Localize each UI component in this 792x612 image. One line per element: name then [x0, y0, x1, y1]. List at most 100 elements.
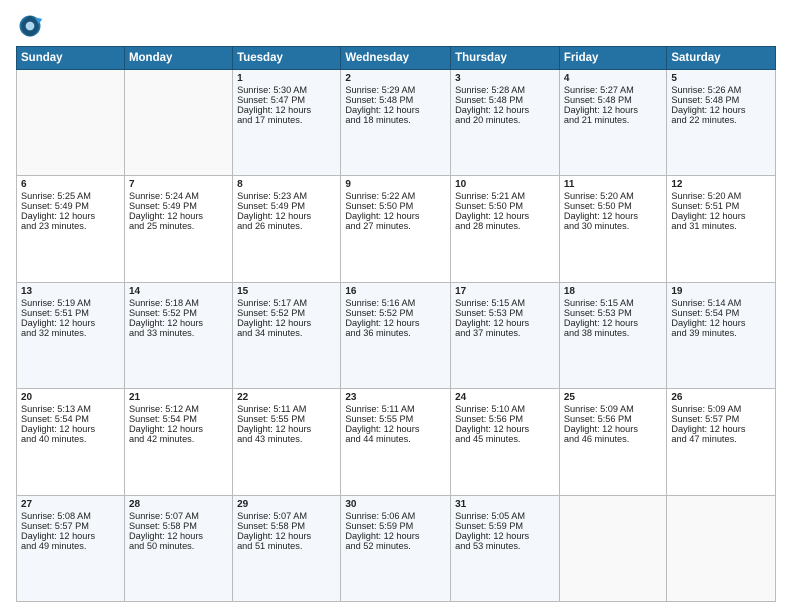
day-info: Daylight: 12 hours [345, 211, 446, 221]
day-header-monday: Monday [124, 47, 232, 70]
day-info: Sunset: 5:59 PM [345, 521, 446, 531]
day-info: Sunset: 5:57 PM [21, 521, 120, 531]
day-info: Sunset: 5:56 PM [564, 414, 662, 424]
day-number: 6 [21, 179, 120, 190]
week-row-4: 20Sunrise: 5:13 AMSunset: 5:54 PMDayligh… [17, 389, 776, 495]
day-number: 24 [455, 392, 555, 403]
calendar-cell: 16Sunrise: 5:16 AMSunset: 5:52 PMDayligh… [341, 282, 451, 388]
day-number: 17 [455, 286, 555, 297]
day-info: Daylight: 12 hours [21, 211, 120, 221]
day-info: Sunset: 5:59 PM [455, 521, 555, 531]
day-number: 7 [129, 179, 228, 190]
day-number: 30 [345, 499, 446, 510]
calendar-cell: 29Sunrise: 5:07 AMSunset: 5:58 PMDayligh… [233, 495, 341, 601]
day-info: Daylight: 12 hours [671, 105, 771, 115]
day-info: Daylight: 12 hours [671, 211, 771, 221]
header [16, 12, 776, 40]
day-info: Sunrise: 5:20 AM [671, 191, 771, 201]
day-info: and 27 minutes. [345, 221, 446, 231]
day-info: Daylight: 12 hours [21, 318, 120, 328]
day-info: and 52 minutes. [345, 541, 446, 551]
day-info: and 21 minutes. [564, 115, 662, 125]
day-number: 16 [345, 286, 446, 297]
day-header-wednesday: Wednesday [341, 47, 451, 70]
day-header-tuesday: Tuesday [233, 47, 341, 70]
day-info: Sunset: 5:54 PM [671, 308, 771, 318]
day-info: Sunset: 5:52 PM [129, 308, 228, 318]
day-info: Sunrise: 5:30 AM [237, 85, 336, 95]
day-number: 12 [671, 179, 771, 190]
day-info: Daylight: 12 hours [564, 424, 662, 434]
day-info: Sunrise: 5:18 AM [129, 298, 228, 308]
day-info: Sunrise: 5:11 AM [345, 404, 446, 414]
day-info: Sunset: 5:51 PM [21, 308, 120, 318]
day-info: Sunrise: 5:15 AM [455, 298, 555, 308]
days-header-row: SundayMondayTuesdayWednesdayThursdayFrid… [17, 47, 776, 70]
day-info: Daylight: 12 hours [237, 424, 336, 434]
calendar-cell: 12Sunrise: 5:20 AMSunset: 5:51 PMDayligh… [667, 176, 776, 282]
day-info: and 49 minutes. [21, 541, 120, 551]
day-number: 15 [237, 286, 336, 297]
day-info: Sunset: 5:55 PM [237, 414, 336, 424]
day-info: Sunset: 5:52 PM [237, 308, 336, 318]
day-info: Sunset: 5:49 PM [237, 201, 336, 211]
day-info: Sunrise: 5:14 AM [671, 298, 771, 308]
calendar-cell: 2Sunrise: 5:29 AMSunset: 5:48 PMDaylight… [341, 70, 451, 176]
day-info: Daylight: 12 hours [237, 531, 336, 541]
calendar-cell: 11Sunrise: 5:20 AMSunset: 5:50 PMDayligh… [559, 176, 666, 282]
day-number: 5 [671, 73, 771, 84]
calendar-cell: 15Sunrise: 5:17 AMSunset: 5:52 PMDayligh… [233, 282, 341, 388]
day-info: and 46 minutes. [564, 434, 662, 444]
day-info: Sunrise: 5:22 AM [345, 191, 446, 201]
day-info: Sunrise: 5:24 AM [129, 191, 228, 201]
day-info: and 30 minutes. [564, 221, 662, 231]
day-info: Sunset: 5:58 PM [129, 521, 228, 531]
calendar-cell: 13Sunrise: 5:19 AMSunset: 5:51 PMDayligh… [17, 282, 125, 388]
calendar-cell: 26Sunrise: 5:09 AMSunset: 5:57 PMDayligh… [667, 389, 776, 495]
day-info: Sunset: 5:48 PM [455, 95, 555, 105]
day-info: Daylight: 12 hours [129, 318, 228, 328]
day-info: and 33 minutes. [129, 328, 228, 338]
calendar-cell [124, 70, 232, 176]
day-number: 21 [129, 392, 228, 403]
day-info: and 44 minutes. [345, 434, 446, 444]
day-info: Sunrise: 5:26 AM [671, 85, 771, 95]
day-info: Sunrise: 5:06 AM [345, 511, 446, 521]
day-number: 31 [455, 499, 555, 510]
day-info: and 50 minutes. [129, 541, 228, 551]
day-info: and 18 minutes. [345, 115, 446, 125]
calendar-cell: 4Sunrise: 5:27 AMSunset: 5:48 PMDaylight… [559, 70, 666, 176]
calendar-cell: 28Sunrise: 5:07 AMSunset: 5:58 PMDayligh… [124, 495, 232, 601]
calendar-cell: 6Sunrise: 5:25 AMSunset: 5:49 PMDaylight… [17, 176, 125, 282]
day-info: Daylight: 12 hours [345, 318, 446, 328]
day-info: Daylight: 12 hours [345, 424, 446, 434]
day-info: and 53 minutes. [455, 541, 555, 551]
calendar-cell: 18Sunrise: 5:15 AMSunset: 5:53 PMDayligh… [559, 282, 666, 388]
day-info: Sunrise: 5:12 AM [129, 404, 228, 414]
calendar-cell: 17Sunrise: 5:15 AMSunset: 5:53 PMDayligh… [451, 282, 560, 388]
calendar-cell: 31Sunrise: 5:05 AMSunset: 5:59 PMDayligh… [451, 495, 560, 601]
day-header-friday: Friday [559, 47, 666, 70]
day-info: Sunset: 5:50 PM [564, 201, 662, 211]
day-info: and 47 minutes. [671, 434, 771, 444]
day-info: and 20 minutes. [455, 115, 555, 125]
day-number: 29 [237, 499, 336, 510]
day-info: Sunset: 5:47 PM [237, 95, 336, 105]
day-info: and 37 minutes. [455, 328, 555, 338]
day-info: and 42 minutes. [129, 434, 228, 444]
calendar-cell: 21Sunrise: 5:12 AMSunset: 5:54 PMDayligh… [124, 389, 232, 495]
day-number: 2 [345, 73, 446, 84]
day-info: and 32 minutes. [21, 328, 120, 338]
day-info: and 17 minutes. [237, 115, 336, 125]
day-info: Sunrise: 5:07 AM [237, 511, 336, 521]
day-number: 23 [345, 392, 446, 403]
day-info: Sunset: 5:54 PM [21, 414, 120, 424]
day-info: Sunrise: 5:29 AM [345, 85, 446, 95]
day-number: 27 [21, 499, 120, 510]
logo [16, 12, 48, 40]
day-number: 10 [455, 179, 555, 190]
day-info: Sunrise: 5:21 AM [455, 191, 555, 201]
calendar-cell: 20Sunrise: 5:13 AMSunset: 5:54 PMDayligh… [17, 389, 125, 495]
day-info: Sunset: 5:49 PM [129, 201, 228, 211]
day-info: Sunrise: 5:11 AM [237, 404, 336, 414]
